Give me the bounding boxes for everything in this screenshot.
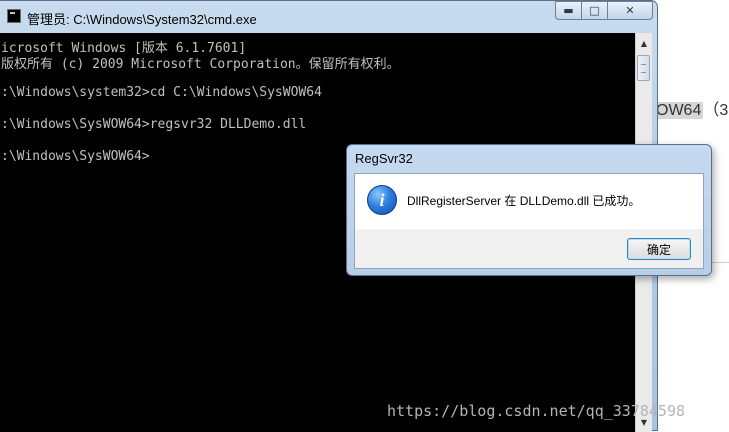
- maximize-button[interactable]: □: [582, 1, 608, 20]
- dialog-title: RegSvr32: [355, 151, 413, 166]
- ok-button[interactable]: 确定: [627, 238, 691, 260]
- dialog-content: i DllRegisterServer 在 DLLDemo.dll 已成功。: [355, 174, 703, 229]
- dialog-body: i DllRegisterServer 在 DLLDemo.dll 已成功。 确…: [354, 173, 704, 269]
- maximize-icon: □: [589, 4, 600, 17]
- cmd-window-title: 管理员: C:\Windows\System32\cmd.exe: [27, 12, 257, 27]
- minimize-button[interactable]: ▬: [555, 1, 582, 20]
- console-line: :\Windows\SysWOW64>: [1, 149, 150, 164]
- information-icon: i: [367, 185, 397, 215]
- background-divider: [710, 262, 729, 263]
- console-line: :\Windows\SysWOW64>regsvr32 DLLDemo.dll: [1, 117, 307, 132]
- close-button[interactable]: ✕: [608, 1, 653, 20]
- regsvr32-dialog: RegSvr32 i DllRegisterServer 在 DLLDemo.d…: [346, 144, 712, 276]
- watermark: https://blog.csdn.net/qq_33784598: [387, 402, 686, 420]
- scrollbar-thumb[interactable]: [637, 55, 650, 81]
- close-icon: ✕: [625, 4, 635, 17]
- background-text: OW64 （3: [654, 102, 729, 119]
- cmd-titlebar[interactable]: 管理员: C:\Windows\System32\cmd.exe ▬ □ ✕: [0, 1, 657, 33]
- cmd-icon: [7, 9, 21, 23]
- console-line: :\Windows\system32>cd C:\Windows\SysWOW6…: [1, 85, 322, 100]
- dialog-message: DllRegisterServer 在 DLLDemo.dll 已成功。: [407, 194, 641, 208]
- minimize-icon: ▬: [563, 4, 574, 17]
- console-line: 版权所有 (c) 2009 Microsoft Corporation。保留所有…: [1, 57, 400, 72]
- scroll-up-icon[interactable]: ▲: [637, 35, 651, 51]
- caption-buttons: ▬ □ ✕: [555, 1, 653, 21]
- console-line: icrosoft Windows [版本 6.1.7601]: [1, 41, 247, 56]
